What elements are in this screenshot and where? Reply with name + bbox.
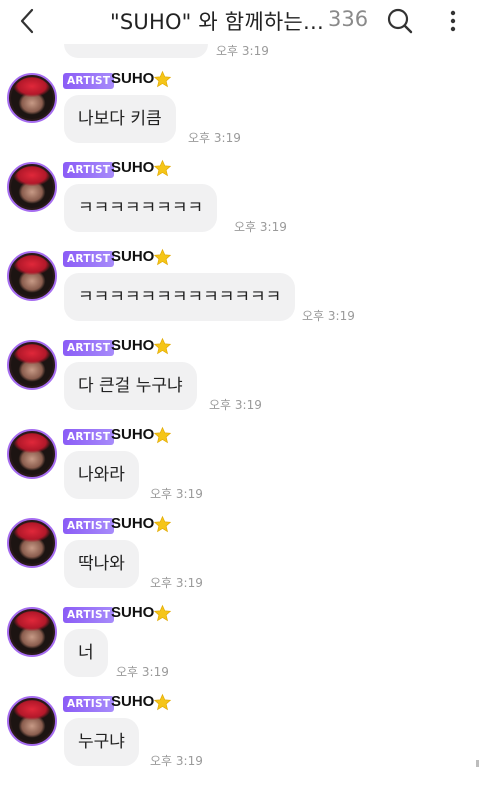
chat-message: ARTIST SUHO 나와라 오후 3:19 [0, 426, 480, 518]
star-icon [153, 70, 172, 88]
message-bubble[interactable]: 나와라 [64, 451, 139, 499]
sender-avatar[interactable] [7, 73, 57, 123]
message-bubble[interactable]: 다 큰걸 누구냐 [64, 362, 197, 410]
message-bubble[interactable]: ㅋㅋㅋㅋㅋㅋㅋㅋ [64, 184, 218, 232]
artist-badge: ARTIST [63, 607, 115, 623]
message-time: 오후 3:19 [234, 220, 287, 234]
star-icon [153, 426, 172, 444]
sender-avatar[interactable] [7, 607, 57, 657]
more-vertical-icon[interactable] [443, 6, 463, 36]
sender-name: SUHO [111, 426, 155, 443]
chat-message: ARTIST SUHO 딱나와 오후 3:19 [0, 515, 480, 607]
sender-avatar[interactable] [7, 518, 57, 568]
sender-name: SUHO [111, 159, 155, 176]
message-bubble[interactable]: 너 [64, 629, 108, 677]
chat-header: "SUHO" 와 함께하는… 336 [0, 0, 480, 44]
message-bubble[interactable]: 나보다 키큼 [64, 95, 176, 143]
search-icon[interactable] [384, 5, 416, 37]
star-icon [153, 159, 172, 177]
star-icon [153, 693, 172, 711]
sender-name: SUHO [111, 248, 155, 265]
chat-message: ARTIST SUHO 누구냐 오후 3:19 [0, 693, 480, 785]
sender-name: SUHO [111, 70, 155, 87]
message-time: 오후 3:19 [188, 131, 241, 145]
artist-badge: ARTIST [63, 429, 115, 445]
message-time: 오후 3:19 [302, 309, 355, 323]
chat-message: ARTIST SUHO ㅋㅋㅋㅋㅋㅋㅋㅋㅋㅋㅋㅋㅋ 오후 3:19 [0, 248, 480, 340]
previous-message-time: 오후 3:19 [216, 44, 269, 58]
member-count: 336 [328, 7, 369, 31]
scrollbar[interactable] [476, 760, 479, 767]
chat-feed[interactable]: 오후 3:19 ARTIST SUHO 나보다 키큼 오후 3:19 ARTIS… [0, 0, 480, 768]
star-icon [153, 515, 172, 533]
sender-avatar[interactable] [7, 429, 57, 479]
sender-avatar[interactable] [7, 251, 57, 301]
chevron-left-icon[interactable] [14, 6, 42, 36]
chat-message: ARTIST SUHO 다 큰걸 누구냐 오후 3:19 [0, 337, 480, 429]
message-time: 오후 3:19 [116, 665, 169, 679]
chat-message: ARTIST SUHO 너 오후 3:19 [0, 604, 480, 696]
message-bubble[interactable]: ㅋㅋㅋㅋㅋㅋㅋㅋㅋㅋㅋㅋㅋ [64, 273, 296, 321]
chat-message: ARTIST SUHO ㅋㅋㅋㅋㅋㅋㅋㅋ 오후 3:19 [0, 159, 480, 251]
star-icon [153, 604, 172, 622]
artist-badge: ARTIST [63, 251, 115, 267]
message-time: 오후 3:19 [150, 487, 203, 501]
artist-badge: ARTIST [63, 73, 115, 89]
star-icon [153, 337, 172, 355]
artist-badge: ARTIST [63, 696, 115, 712]
message-bubble[interactable]: 누구냐 [64, 718, 139, 766]
star-icon [153, 248, 172, 266]
sender-avatar[interactable] [7, 340, 57, 390]
sender-name: SUHO [111, 515, 155, 532]
artist-badge: ARTIST [63, 162, 115, 178]
artist-badge: ARTIST [63, 340, 115, 356]
message-time: 오후 3:19 [209, 398, 262, 412]
sender-avatar[interactable] [7, 696, 57, 746]
message-time: 오후 3:19 [150, 576, 203, 590]
message-time: 오후 3:19 [150, 754, 203, 768]
artist-badge: ARTIST [63, 518, 115, 534]
chat-message: ARTIST SUHO 나보다 키큼 오후 3:19 [0, 70, 480, 162]
sender-name: SUHO [111, 337, 155, 354]
message-bubble[interactable]: 딱나와 [64, 540, 139, 588]
chat-title: "SUHO" 와 함께하는… [110, 10, 325, 34]
sender-name: SUHO [111, 604, 155, 621]
sender-name: SUHO [111, 693, 155, 710]
sender-avatar[interactable] [7, 162, 57, 212]
